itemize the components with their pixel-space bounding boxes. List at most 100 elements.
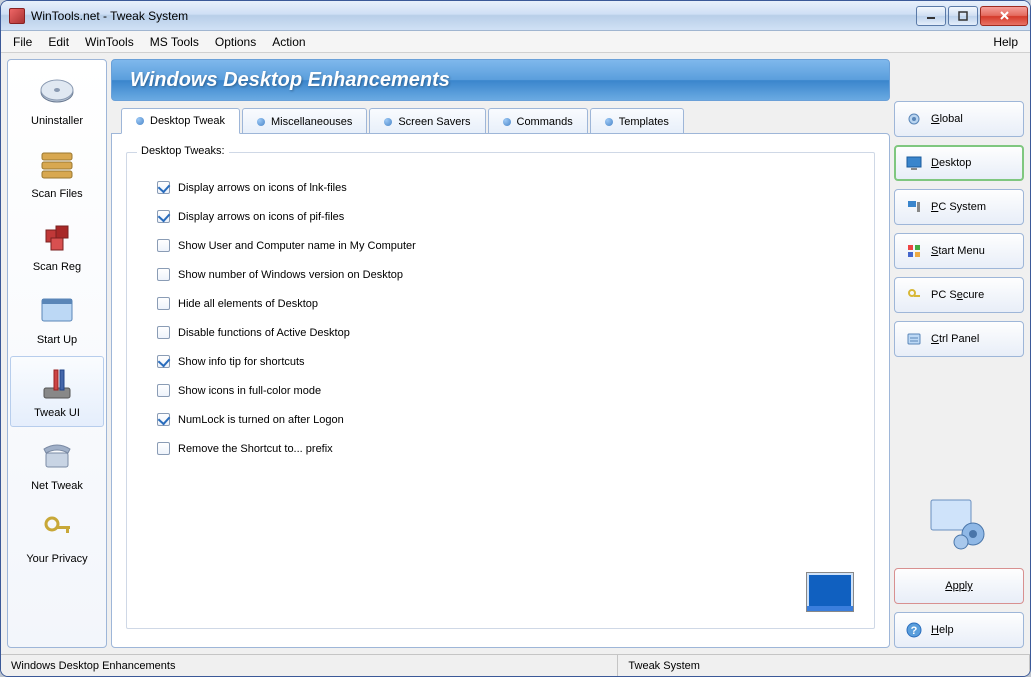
desktop-preview-icon	[806, 572, 854, 612]
desktop-icon	[905, 154, 923, 172]
sidebar-item-start-up[interactable]: Start Up	[10, 283, 104, 354]
tweak-row: Display arrows on icons of pif-files	[157, 210, 844, 223]
tab-label: Templates	[619, 116, 669, 128]
sidebar-item-scan-files[interactable]: Scan Files	[10, 137, 104, 208]
sidebar-item-net-tweak[interactable]: Net Tweak	[10, 429, 104, 500]
tab-panel: Desktop Tweaks: Display arrows on icons …	[111, 133, 890, 648]
sidebar-item-your-privacy[interactable]: Your Privacy	[10, 502, 104, 573]
tweak-checkbox[interactable]	[157, 210, 170, 223]
maximize-button[interactable]	[948, 6, 978, 26]
tweak-label: Show info tip for shortcuts	[178, 356, 305, 368]
menu-help[interactable]: Help	[985, 33, 1026, 51]
tweak-checkbox[interactable]	[157, 384, 170, 397]
disc-icon	[36, 70, 78, 112]
category-button-label: Ctrl Panel	[931, 333, 979, 345]
tab-screen-savers[interactable]: Screen Savers	[369, 108, 485, 134]
tab-dot-icon	[605, 118, 613, 126]
tweak-label: Remove the Shortcut to... prefix	[178, 443, 333, 455]
tab-label: Miscellaneouses	[271, 116, 352, 128]
tab-dot-icon	[257, 118, 265, 126]
tab-templates[interactable]: Templates	[590, 108, 684, 134]
sidebar-item-label: Uninstaller	[31, 115, 83, 127]
category-button-global[interactable]: Global	[894, 101, 1024, 137]
menubar: FileEditWinToolsMS ToolsOptionsAction He…	[1, 31, 1030, 53]
app-window: WinTools.net - Tweak System FileEditWinT…	[0, 0, 1031, 677]
help-button[interactable]: ? Help	[894, 612, 1024, 648]
tweak-checkbox[interactable]	[157, 413, 170, 426]
tools-icon	[36, 362, 78, 404]
sidebar-left: Uninstaller Scan Files Scan Reg Start Up Twe…	[7, 59, 107, 648]
tab-label: Commands	[517, 116, 573, 128]
center-panel: Windows Desktop Enhancements Desktop Twe…	[111, 59, 890, 648]
category-button-ctrl-panel[interactable]: Ctrl Panel	[894, 321, 1024, 357]
tab-label: Desktop Tweak	[150, 115, 225, 127]
tab-desktop-tweak[interactable]: Desktop Tweak	[121, 108, 240, 134]
help-icon: ?	[905, 621, 923, 639]
tweak-label: Display arrows on icons of lnk-files	[178, 182, 347, 194]
tweak-label: Display arrows on icons of pif-files	[178, 211, 344, 223]
tweak-row: Show info tip for shortcuts	[157, 355, 844, 368]
tweak-row: Show icons in full-color mode	[157, 384, 844, 397]
sidebar-item-tweak-ui[interactable]: Tweak UI	[10, 356, 104, 427]
tweak-label: NumLock is turned on after Logon	[178, 414, 344, 426]
close-button[interactable]	[980, 6, 1028, 26]
gear-icon	[905, 110, 923, 128]
category-button-label: PC System	[931, 201, 986, 213]
tweak-checkbox[interactable]	[157, 355, 170, 368]
tweak-checkbox[interactable]	[157, 326, 170, 339]
category-button-desktop[interactable]: Desktop	[894, 145, 1024, 181]
sidebar-item-uninstaller[interactable]: Uninstaller	[10, 64, 104, 135]
cubes-icon	[36, 216, 78, 258]
tweak-row: NumLock is turned on after Logon	[157, 413, 844, 426]
sidebar-item-label: Scan Files	[31, 188, 82, 200]
menu-file[interactable]: File	[5, 33, 40, 51]
category-button-label: PC Secure	[931, 289, 984, 301]
category-button-start-menu[interactable]: Start Menu	[894, 233, 1024, 269]
tweak-row: Disable functions of Active Desktop	[157, 326, 844, 339]
tweak-checkbox[interactable]	[157, 239, 170, 252]
sidebar-item-label: Scan Reg	[33, 261, 81, 273]
tweak-label: Show User and Computer name in My Comput…	[178, 240, 416, 252]
minimize-button[interactable]	[916, 6, 946, 26]
keys-icon	[36, 508, 78, 550]
status-left: Windows Desktop Enhancements	[1, 655, 618, 676]
menu-wintools[interactable]: WinTools	[77, 33, 142, 51]
titlebar[interactable]: WinTools.net - Tweak System	[1, 1, 1030, 31]
tab-area: Desktop Tweak Miscellaneouses Screen Saver…	[111, 107, 890, 648]
sidebar-item-scan-reg[interactable]: Scan Reg	[10, 210, 104, 281]
tweak-checkbox[interactable]	[157, 297, 170, 310]
window-controls	[916, 6, 1028, 26]
category-button-pc-secure[interactable]: PC Secure	[894, 277, 1024, 313]
phone-icon	[36, 435, 78, 477]
sidebar-item-label: Net Tweak	[31, 480, 83, 492]
menu-action[interactable]: Action	[264, 33, 313, 51]
start-icon	[905, 242, 923, 260]
menu-options[interactable]: Options	[207, 33, 264, 51]
tweak-row: Show number of Windows version on Deskto…	[157, 268, 844, 281]
tweak-checkbox[interactable]	[157, 181, 170, 194]
menu-ms-tools[interactable]: MS Tools	[142, 33, 207, 51]
tweak-checkbox[interactable]	[157, 442, 170, 455]
category-button-pc-system[interactable]: PC System	[894, 189, 1024, 225]
tweak-label: Show number of Windows version on Deskto…	[178, 269, 403, 281]
tweak-checkbox[interactable]	[157, 268, 170, 281]
sidebar-item-label: Your Privacy	[26, 553, 87, 565]
app-icon	[9, 8, 25, 24]
tab-dot-icon	[384, 118, 392, 126]
drives-icon	[36, 143, 78, 185]
tweak-label: Show icons in full-color mode	[178, 385, 321, 397]
tab-dot-icon	[503, 118, 511, 126]
tab-commands[interactable]: Commands	[488, 108, 588, 134]
apply-button[interactable]: Apply	[894, 568, 1024, 604]
tweak-label: Disable functions of Active Desktop	[178, 327, 350, 339]
fieldset-legend: Desktop Tweaks:	[137, 145, 229, 157]
tabs-row: Desktop Tweak Miscellaneouses Screen Saver…	[111, 107, 890, 133]
tab-miscellaneouses[interactable]: Miscellaneouses	[242, 108, 367, 134]
apply-button-label: Apply	[905, 580, 1013, 592]
secure-icon	[905, 286, 923, 304]
category-button-label: Start Menu	[931, 245, 985, 257]
sidebar-item-label: Tweak UI	[34, 407, 80, 419]
menu-edit[interactable]: Edit	[40, 33, 77, 51]
sidebar-right: Global Desktop PC System Start Menu PC Secur…	[894, 59, 1024, 648]
status-right: Tweak System	[618, 655, 1030, 676]
